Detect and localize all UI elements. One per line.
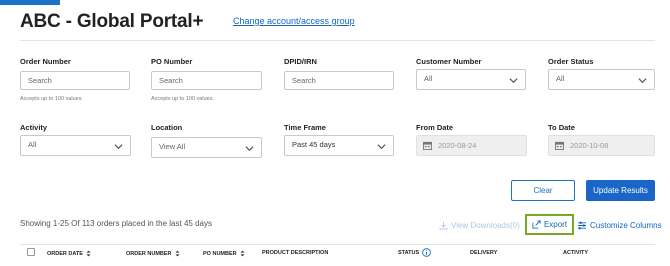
po-number-label: PO Number bbox=[151, 57, 193, 66]
change-account-link[interactable]: Change account/access group bbox=[233, 16, 355, 26]
customer-number-value: All bbox=[424, 74, 433, 83]
info-icon[interactable] bbox=[422, 248, 432, 257]
dpid-input[interactable]: Search bbox=[284, 71, 394, 90]
to-date-field: 2020-10-08 bbox=[548, 135, 655, 156]
export-label: Export bbox=[543, 220, 568, 229]
results-summary: Showing 1-25 Of 113 orders placed in the… bbox=[20, 219, 212, 228]
column-header-order-number[interactable]: ORDER NUMBER bbox=[126, 250, 180, 257]
clear-button[interactable]: Clear bbox=[511, 180, 575, 201]
location-select[interactable]: View All bbox=[151, 137, 262, 158]
time-frame-select[interactable]: Past 45 days bbox=[284, 135, 394, 156]
customize-columns-link[interactable]: Customize Columns bbox=[577, 221, 662, 230]
to-date-value: 2020-10-08 bbox=[570, 141, 609, 150]
column-header-po-number[interactable]: PO NUMBER bbox=[203, 250, 245, 257]
column-label: ORDER NUMBER bbox=[126, 250, 172, 257]
chevron-down-icon bbox=[509, 78, 518, 84]
order-status-select[interactable]: All bbox=[548, 69, 655, 90]
to-date-label: To Date bbox=[548, 123, 575, 132]
column-label: ACTIVITY bbox=[563, 250, 589, 256]
activity-label: Activity bbox=[20, 123, 48, 132]
order-number-label: Order Number bbox=[20, 57, 71, 66]
sliders-icon bbox=[577, 221, 587, 230]
customize-columns-label: Customize Columns bbox=[590, 221, 662, 230]
top-accent-bar bbox=[0, 0, 60, 5]
from-date-value: 2020-08-24 bbox=[438, 141, 477, 150]
activity-value: All bbox=[28, 140, 37, 149]
location-label: Location bbox=[151, 123, 183, 132]
view-downloads-label: View Downloads(0) bbox=[451, 221, 520, 230]
sort-icon bbox=[174, 250, 180, 257]
chevron-down-icon bbox=[638, 78, 647, 84]
column-label: DELIVERY bbox=[470, 250, 498, 256]
column-label: PRODUCT DESCRIPTION bbox=[262, 250, 329, 256]
table-header-divider bbox=[20, 244, 655, 245]
dpid-label: DPID/IRN bbox=[284, 57, 317, 66]
order-status-label: Order Status bbox=[548, 57, 594, 66]
customer-number-select[interactable]: All bbox=[416, 69, 526, 90]
column-header-order-date[interactable]: ORDER DATE bbox=[47, 250, 91, 257]
calendar-icon bbox=[555, 141, 564, 150]
column-header-delivery: DELIVERY bbox=[470, 250, 497, 256]
view-downloads-link[interactable]: View Downloads(0) bbox=[439, 221, 520, 230]
column-label: STATUS bbox=[398, 249, 420, 256]
order-number-hint: Accepts up to 100 values. bbox=[20, 96, 83, 102]
from-date-label: From Date bbox=[416, 123, 454, 132]
from-date-field: 2020-08-24 bbox=[416, 135, 527, 156]
chevron-down-icon bbox=[377, 144, 386, 150]
export-icon bbox=[532, 220, 541, 229]
calendar-icon bbox=[423, 141, 432, 150]
column-header-product-description: PRODUCT DESCRIPTION bbox=[262, 250, 328, 256]
header-divider bbox=[20, 40, 655, 41]
column-header-activity: ACTIVITY bbox=[563, 250, 588, 256]
column-header-status: STATUS bbox=[398, 248, 432, 257]
column-label: PO NUMBER bbox=[203, 250, 237, 257]
export-button[interactable]: Export bbox=[525, 214, 574, 235]
download-icon bbox=[439, 221, 448, 230]
customer-number-label: Customer Number bbox=[416, 57, 482, 66]
sort-icon bbox=[240, 250, 245, 257]
select-all-checkbox[interactable] bbox=[27, 248, 35, 256]
update-results-button[interactable]: Update Results bbox=[586, 180, 655, 201]
po-number-hint: Accepts up to 100 values. bbox=[151, 96, 214, 102]
page-title: ABC - Global Portal+ bbox=[20, 11, 204, 32]
time-frame-value: Past 45 days bbox=[292, 140, 336, 149]
activity-select[interactable]: All bbox=[20, 135, 131, 156]
location-value: View All bbox=[159, 142, 186, 151]
sort-icon bbox=[86, 250, 91, 257]
column-label: ORDER DATE bbox=[47, 250, 83, 257]
order-status-value: All bbox=[556, 74, 565, 83]
chevron-down-icon bbox=[114, 144, 123, 150]
time-frame-label: Time Frame bbox=[284, 123, 326, 132]
po-number-input[interactable]: Search bbox=[151, 71, 262, 90]
order-number-input[interactable]: Search bbox=[20, 71, 130, 90]
chevron-down-icon bbox=[245, 146, 254, 152]
